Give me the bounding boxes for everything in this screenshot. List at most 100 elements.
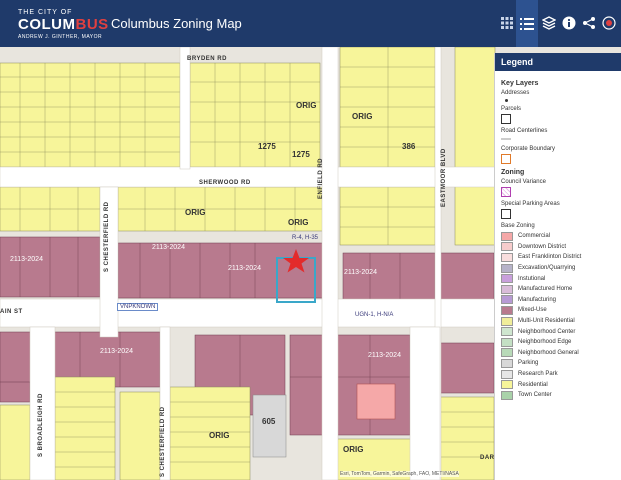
legend-item-road-centerlines: Road Centerlines [501, 128, 548, 134]
zone-label: Residential [518, 381, 548, 388]
parcel-number-label: 386 [402, 142, 416, 151]
legend-zone-item: Neighborhood Edge [501, 337, 616, 348]
base-zoning-list: Commercial Downtown District East Franklin… [501, 231, 616, 401]
legend-zone-item: Downtown District [501, 242, 616, 253]
legend-zone-item: Residential [501, 379, 616, 390]
zone-label-orig: ORIG [296, 101, 317, 110]
zone-label-orig: ORIG [343, 445, 364, 454]
street-label-main: AIN ST [0, 309, 23, 315]
zone-label: Excavation/Quarrying [518, 265, 576, 272]
street-label-sherwood: SHERWOOD RD [199, 180, 251, 186]
zone-label-orig: ORIG [185, 208, 206, 217]
legend-zone-item: Mixed-Use [501, 305, 616, 316]
zone-label-orig: ORIG [288, 218, 309, 227]
variance-swatch [501, 187, 511, 197]
legend-zone-item: Manufactured Home [501, 284, 616, 295]
legend-zone-item: Research Park [501, 369, 616, 380]
info-icon[interactable] [560, 14, 578, 32]
zone-label-orig: ORIG [352, 112, 373, 121]
special-parking-swatch [501, 209, 511, 219]
parking-parcel [252, 394, 287, 458]
legend-zone-item: Neighborhood Center [501, 326, 616, 337]
zone-label: Mixed-Use [518, 307, 547, 314]
legend-zone-item: Commercial [501, 231, 616, 242]
zone-color-swatch [501, 305, 513, 315]
logo-wordmark: COLUMBUS [18, 16, 109, 33]
zone-label-orig: ORIG [209, 431, 230, 440]
street-label-chesterfield-south: S CHESTERFIELD RD [160, 406, 166, 477]
layers-icon[interactable] [540, 14, 558, 32]
zoning-code-label: R-4, H-35 [292, 235, 319, 241]
legend-zone-item: Manufacturing [501, 295, 616, 306]
zone-color-swatch [501, 231, 513, 241]
city-logo[interactable]: THE CITY OF COLUMBUS ANDREW J. GINTHER, … [18, 9, 108, 41]
logo-tagline: ANDREW J. GINTHER, MAYOR [18, 34, 103, 40]
legend-title: Legend [495, 53, 621, 71]
seal-icon[interactable] [600, 14, 618, 32]
legend-body: Key Layers Addresses Parcels Road Center… [495, 71, 621, 405]
zone-color-swatch [501, 390, 513, 400]
grid-icon[interactable] [498, 14, 516, 32]
street-label-dar: DAR [480, 455, 495, 461]
street-label-eastmoor: EASTMOOR BLVD [441, 148, 447, 207]
zone-color-swatch [501, 252, 513, 262]
map-attribution: Esri, TomTom, Garmin, SafeGraph, FAO, ME… [340, 471, 459, 477]
commercial-parcel [356, 383, 396, 420]
zone-label: Manufactured Home [518, 286, 573, 293]
zone-label: Manufacturing [518, 296, 557, 303]
legend-zone-item: Town Center [501, 390, 616, 401]
variance-label: 2113-2024 [100, 348, 133, 355]
parcel-number-label: 605 [262, 417, 276, 426]
legend-item-addresses: Addresses [501, 90, 530, 96]
variance-label: 2113-2024 [10, 256, 43, 263]
address-point-icon [505, 99, 508, 102]
zone-color-swatch [501, 295, 513, 305]
zone-label: Instutional [518, 275, 546, 282]
zone-label: Downtown District [518, 243, 567, 250]
legend-panel: Legend Key Layers Addresses Parcels Road… [494, 53, 621, 480]
legend-item-corporate-boundary: Corporate Boundary [501, 146, 556, 152]
zone-color-swatch [501, 358, 513, 368]
zone-color-swatch [501, 348, 513, 358]
zone-label: Research Park [518, 371, 558, 378]
zone-label: Neighborhood General [518, 349, 579, 356]
variance-label: 2113-2024 [368, 352, 401, 359]
legend-zone-item: Excavation/Quarrying [501, 263, 616, 274]
page-title: Columbus Zoning Map [111, 16, 242, 31]
parcel-swatch [501, 114, 511, 124]
variance-label: 2113-2024 [228, 265, 261, 272]
parcel-number-label: 1275 [258, 142, 276, 151]
legend-item-parcels: Parcels [501, 106, 522, 112]
zone-color-swatch [501, 242, 513, 252]
street-label-enfield: ENFIELD RD [318, 158, 324, 199]
zone-label: Neighborhood Edge [518, 339, 572, 346]
legend-zone-item: Instutional [501, 273, 616, 284]
zone-color-swatch [501, 316, 513, 326]
zone-label: Multi-Unit Residential [518, 318, 575, 325]
legend-section-key-layers: Key Layers [501, 80, 539, 87]
variance-label: 2113-2024 [152, 244, 185, 251]
zone-label: Commercial [518, 233, 551, 240]
zone-label: East Franklinton District [518, 254, 582, 261]
legend-zone-item: East Franklinton District [501, 252, 616, 263]
share-icon[interactable] [580, 14, 598, 32]
zone-color-swatch [501, 274, 513, 284]
legend-item-council-variance: Council Variance [501, 179, 546, 185]
parcel-number-label: 1275 [292, 150, 310, 159]
residential-blocks-north [0, 47, 496, 246]
legend-section-zoning: Zoning [501, 169, 525, 176]
list-icon[interactable] [516, 0, 538, 47]
legend-item-special-parking: Special Parking Areas [501, 201, 560, 207]
legend-item-base-zoning: Base Zoning [501, 223, 535, 229]
unknown-address-label: VNPKNOWN [117, 303, 159, 311]
legend-zone-item: Neighborhood General [501, 348, 616, 359]
zone-color-swatch [501, 337, 513, 347]
street-label-bryden: BRYDEN RD [187, 56, 227, 62]
road-line-swatch [501, 138, 511, 140]
logo-small-text: THE CITY OF [18, 9, 73, 16]
legend-zone-item: Multi-Unit Residential [501, 316, 616, 327]
zone-label: Town Center [518, 392, 552, 399]
zone-label: Neighborhood Center [518, 328, 576, 335]
zone-color-swatch [501, 327, 513, 337]
street-label-chesterfield-north: S CHESTERFIELD RD [104, 201, 110, 272]
